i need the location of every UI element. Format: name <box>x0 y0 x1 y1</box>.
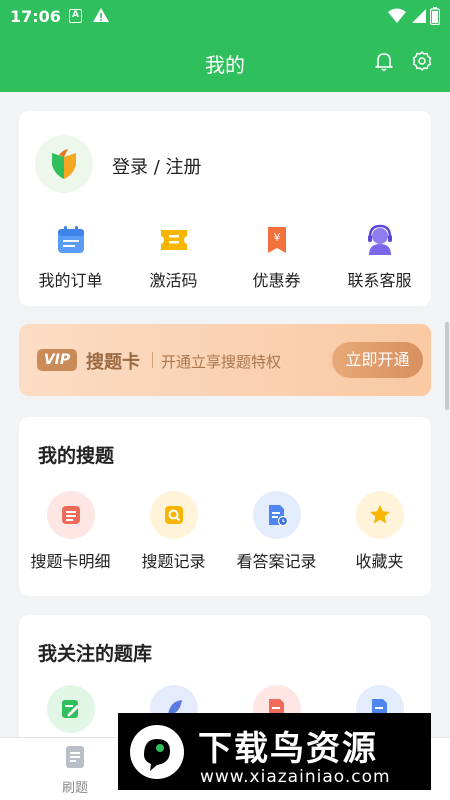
my-orders-button[interactable]: 我的订单 <box>19 222 122 291</box>
status-a-icon: A <box>69 9 82 23</box>
status-time: 17:06 <box>10 7 61 26</box>
wifi-icon <box>388 8 406 23</box>
my-search-items: 搜题卡明细 搜题记录 看答案记录 收藏夹 <box>19 491 431 572</box>
card-detail-icon <box>46 491 95 539</box>
bell-icon[interactable] <box>373 50 395 72</box>
vip-banner[interactable]: VIP 搜题卡 开通立享搜题特权 立即开通 <box>19 324 431 396</box>
svg-text:¥: ¥ <box>273 231 280 244</box>
activation-code-button[interactable]: 激活码 <box>122 222 225 291</box>
open-vip-button[interactable]: 立即开通 <box>332 342 423 378</box>
ticket-icon <box>160 230 187 250</box>
activation-code-label: 激活码 <box>149 271 198 290</box>
logo-icon <box>52 149 76 179</box>
gear-icon[interactable] <box>411 50 433 72</box>
vip-description: 开通立享搜题特权 <box>161 353 282 371</box>
edit-note-icon <box>46 685 95 733</box>
app-bar: 我的 <box>0 34 450 92</box>
quick-actions: 我的订单 激活码 ¥ 优惠券 联系客服 <box>19 222 431 291</box>
search-record-label: 搜题记录 <box>141 552 206 571</box>
search-card-detail-button[interactable]: 搜题卡明细 <box>19 491 122 572</box>
search-record-button[interactable]: 搜题记录 <box>122 491 225 572</box>
vip-divider <box>152 352 153 368</box>
profile-card: 登录 / 注册 我的订单 激活码 ¥ 优惠券 联系客服 <box>19 111 431 306</box>
answer-record-label: 看答案记录 <box>236 552 317 571</box>
answer-record-button[interactable]: 看答案记录 <box>225 491 328 572</box>
my-search-title: 我的搜题 <box>38 445 115 467</box>
favorites-label: 收藏夹 <box>355 552 404 571</box>
tab-practice[interactable]: 刷题 <box>45 744 105 796</box>
login-register-link[interactable]: 登录 / 注册 <box>112 153 202 179</box>
coupon-button[interactable]: ¥ 优惠券 <box>225 222 328 291</box>
avatar[interactable] <box>35 135 93 193</box>
my-search-card: 我的搜题 搜题卡明细 搜题记录 看答案记录 收藏夹 <box>19 417 431 596</box>
scrollbar[interactable] <box>445 322 449 410</box>
watermark: 下载鸟资源 www.xiazainiao.com <box>118 713 431 790</box>
status-bar: 17:06 A <box>0 0 450 34</box>
answer-record-icon <box>252 491 301 539</box>
coupon-icon: ¥ <box>267 227 286 253</box>
search-record-icon <box>149 491 198 539</box>
followed-banks-title: 我关注的题库 <box>38 643 153 665</box>
battery-icon <box>430 7 440 25</box>
contact-service-button[interactable]: 联系客服 <box>328 222 431 291</box>
vip-title: 搜题卡 <box>86 352 140 373</box>
bank-item[interactable] <box>19 685 122 733</box>
coupon-label: 优惠券 <box>252 271 301 290</box>
practice-icon <box>66 746 84 768</box>
calendar-icon <box>57 226 84 253</box>
headset-icon <box>367 224 392 255</box>
watermark-url: www.xiazainiao.com <box>200 767 391 787</box>
bird-logo-icon <box>130 725 184 779</box>
tab-practice-label: 刷题 <box>61 781 88 796</box>
favorites-button[interactable]: 收藏夹 <box>328 491 431 572</box>
star-icon <box>355 491 404 539</box>
warning-icon <box>93 8 109 22</box>
signal-icon <box>412 9 426 23</box>
search-card-detail-label: 搜题卡明细 <box>30 552 111 571</box>
vip-badge: VIP <box>37 349 77 371</box>
my-orders-label: 我的订单 <box>38 271 103 290</box>
watermark-text: 下载鸟资源 <box>198 729 378 769</box>
contact-service-label: 联系客服 <box>347 271 412 290</box>
